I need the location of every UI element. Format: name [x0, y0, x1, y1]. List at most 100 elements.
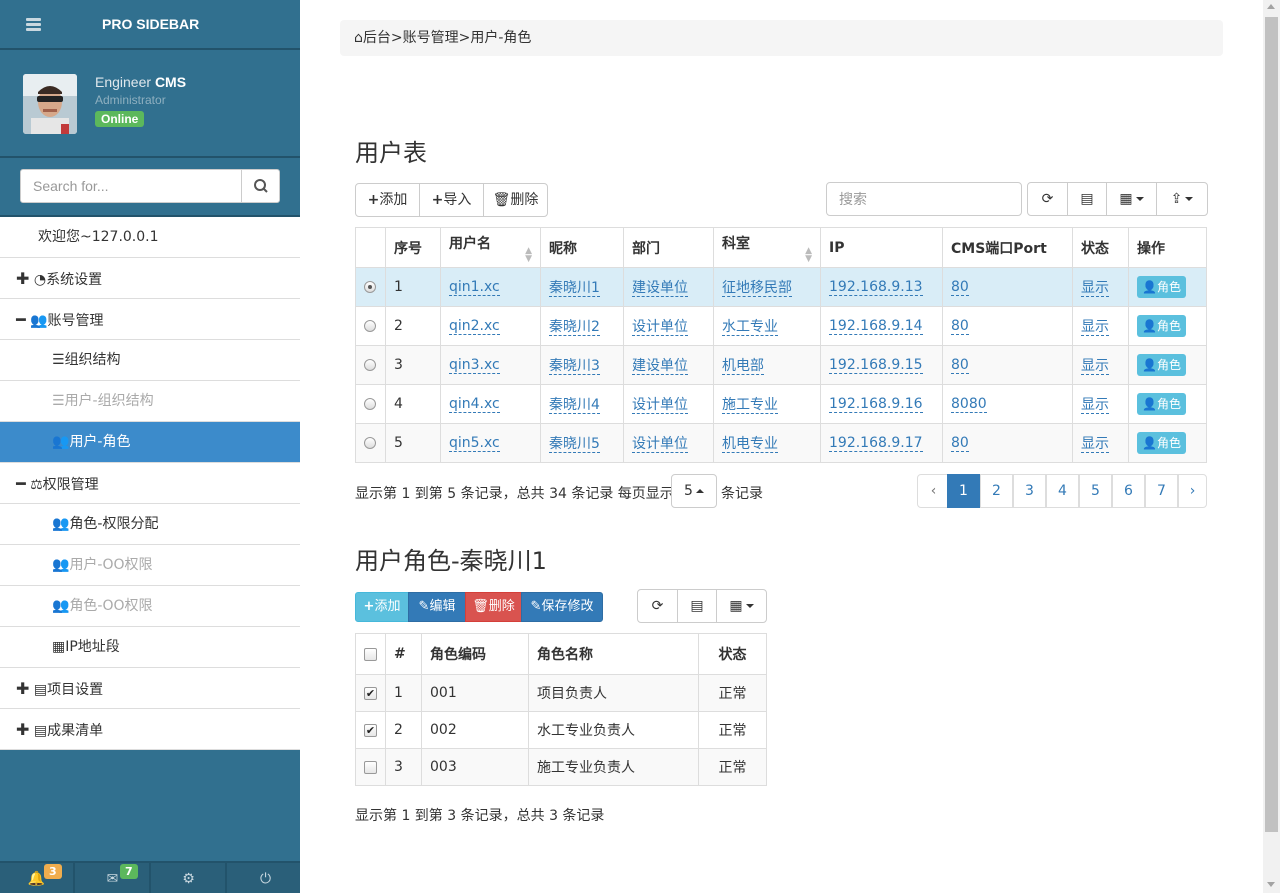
role-delete-button[interactable]: 🗑删除 — [465, 592, 522, 622]
dept-link[interactable]: 设计单位 — [632, 397, 688, 414]
dept-link[interactable]: 建设单位 — [632, 280, 688, 297]
username-link[interactable]: qin2.xc — [449, 318, 500, 335]
scrollbar-thumb[interactable] — [1265, 17, 1278, 832]
page-5[interactable]: 5 — [1079, 474, 1112, 508]
role-toggle-button[interactable]: ▤ — [677, 589, 717, 623]
page-next[interactable]: › — [1178, 474, 1207, 508]
sidebar-item-ip[interactable]: ▦IP地址段 — [0, 627, 300, 668]
ip-link[interactable]: 192.168.9.14 — [829, 318, 923, 335]
username-link[interactable]: qin5.xc — [449, 435, 500, 452]
page-6[interactable]: 6 — [1112, 474, 1145, 508]
col-office[interactable]: 科室 ▲ ▼ — [713, 227, 821, 268]
row-radio[interactable] — [364, 320, 376, 332]
nick-link[interactable]: 秦晓川1 — [549, 280, 600, 297]
username-link[interactable]: qin3.xc — [449, 357, 500, 374]
port-link[interactable]: 80 — [951, 318, 969, 335]
role-refresh-button[interactable]: ⟳ — [637, 589, 678, 623]
nick-link[interactable]: 秦晓川5 — [549, 436, 600, 453]
hamburger-menu-icon[interactable] — [26, 18, 41, 31]
row-checkbox[interactable] — [364, 760, 377, 774]
row-radio[interactable] — [364, 281, 376, 293]
sidebar-item-projects[interactable]: ✚ ▤项目设置 — [0, 668, 300, 709]
username-link[interactable]: qin1.xc — [449, 279, 500, 296]
sidebar-item-role-oo[interactable]: 👥角色-OO权限 — [0, 586, 300, 627]
page-3[interactable]: 3 — [1013, 474, 1046, 508]
table-row[interactable]: 3 003 施工专业负责人 正常 — [355, 748, 767, 786]
row-checkbox[interactable]: ✔ — [364, 686, 377, 700]
table-row[interactable]: 3 qin3.xc 秦晓川3 建设单位 机电部 192.168.9.15 80 … — [355, 345, 1207, 385]
table-search-input[interactable] — [826, 182, 1022, 216]
office-link[interactable]: 征地移民部 — [722, 280, 792, 297]
ip-link[interactable]: 192.168.9.16 — [829, 396, 923, 413]
port-link[interactable]: 80 — [951, 279, 969, 296]
username-link[interactable]: qin4.xc — [449, 396, 500, 413]
role-columns-button[interactable]: ▦ — [716, 589, 767, 623]
status-link[interactable]: 显示 — [1081, 436, 1109, 453]
role-button[interactable]: 👤角色 — [1137, 354, 1186, 376]
nick-link[interactable]: 秦晓川2 — [549, 319, 600, 336]
page-prev[interactable]: ‹ — [917, 474, 950, 508]
page-7[interactable]: 7 — [1145, 474, 1178, 508]
dept-link[interactable]: 建设单位 — [632, 358, 688, 375]
role-edit-button[interactable]: ✎编辑 — [408, 592, 466, 622]
ip-link[interactable]: 192.168.9.17 — [829, 435, 923, 452]
sidebar-item-role-perm[interactable]: 👥角色-权限分配 — [0, 504, 300, 545]
logout-button[interactable]: ⏻ — [228, 863, 303, 893]
port-link[interactable]: 80 — [951, 357, 969, 374]
table-row[interactable]: 4 qin4.xc 秦晓川4 设计单位 施工专业 192.168.9.16 80… — [355, 384, 1207, 424]
sidebar-item-system[interactable]: ✚ ◔系统设置 — [0, 258, 300, 299]
dept-link[interactable]: 设计单位 — [632, 319, 688, 336]
row-radio[interactable] — [364, 359, 376, 371]
page-size-select[interactable]: 5 — [671, 474, 717, 508]
page-1[interactable]: 1 — [947, 474, 980, 508]
sidebar-item-accounts[interactable]: ━ 👥账号管理 — [0, 299, 300, 340]
status-link[interactable]: 显示 — [1081, 397, 1109, 414]
sidebar-item-user-oo[interactable]: 👥用户-OO权限 — [0, 545, 300, 586]
status-link[interactable]: 显示 — [1081, 358, 1109, 375]
ip-link[interactable]: 192.168.9.13 — [829, 279, 923, 296]
status-link[interactable]: 显示 — [1081, 319, 1109, 336]
refresh-button[interactable]: ⟳ — [1027, 182, 1068, 216]
office-link[interactable]: 施工专业 — [722, 397, 778, 414]
role-button[interactable]: 👤角色 — [1137, 432, 1186, 454]
col-username[interactable]: 用户名 ▲ ▼ — [440, 227, 541, 268]
sidebar-item-org[interactable]: ☰组织结构 — [0, 340, 300, 381]
table-row[interactable]: 5 qin5.xc 秦晓川5 设计单位 机电专业 192.168.9.17 80… — [355, 423, 1207, 463]
row-radio[interactable] — [364, 398, 376, 410]
table-row[interactable]: ✔ 2 002 水工专业负责人 正常 — [355, 711, 767, 749]
notifications-button[interactable]: 🔔 3 — [0, 863, 75, 893]
page-2[interactable]: 2 — [980, 474, 1013, 508]
sidebar-item-user-org[interactable]: ☰用户-组织结构 — [0, 381, 300, 422]
office-link[interactable]: 机电部 — [722, 358, 764, 375]
port-link[interactable]: 80 — [951, 435, 969, 452]
table-row[interactable]: 1 qin1.xc 秦晓川1 建设单位 征地移民部 192.168.9.13 8… — [355, 267, 1207, 307]
role-add-button[interactable]: +添加 — [355, 592, 409, 622]
role-save-button[interactable]: ✎保存修改 — [521, 592, 603, 622]
search-input[interactable] — [20, 169, 242, 203]
office-link[interactable]: 机电专业 — [722, 436, 778, 453]
row-radio[interactable] — [364, 437, 376, 449]
delete-button[interactable]: 🗑删除 — [483, 183, 548, 217]
status-link[interactable]: 显示 — [1081, 280, 1109, 297]
nick-link[interactable]: 秦晓川4 — [549, 397, 600, 414]
row-checkbox[interactable]: ✔ — [364, 723, 377, 737]
select-all-checkbox[interactable] — [364, 647, 377, 661]
office-link[interactable]: 水工专业 — [722, 319, 778, 336]
toggle-view-button[interactable]: ▤ — [1067, 182, 1107, 216]
role-button[interactable]: 👤角色 — [1137, 393, 1186, 415]
scroll-up-icon[interactable] — [1267, 4, 1275, 9]
table-row[interactable]: ✔ 1 001 项目负责人 正常 — [355, 674, 767, 712]
messages-button[interactable]: ✉ 7 — [76, 863, 151, 893]
sidebar-item-permissions[interactable]: ━ ⚖权限管理 — [0, 463, 300, 504]
export-button[interactable]: ⇪ — [1156, 182, 1208, 216]
page-scrollbar[interactable] — [1263, 0, 1280, 893]
dept-link[interactable]: 设计单位 — [632, 436, 688, 453]
add-button[interactable]: +添加 — [355, 183, 420, 217]
sidebar-item-user-role[interactable]: 👥用户-角色 — [0, 422, 300, 463]
role-button[interactable]: 👤角色 — [1137, 276, 1186, 298]
settings-button[interactable]: ⚙ — [152, 863, 227, 893]
table-row[interactable]: 2 qin2.xc 秦晓川2 设计单位 水工专业 192.168.9.14 80… — [355, 306, 1207, 346]
scroll-down-icon[interactable] — [1267, 882, 1275, 887]
nick-link[interactable]: 秦晓川3 — [549, 358, 600, 375]
import-button[interactable]: +导入 — [419, 183, 484, 217]
